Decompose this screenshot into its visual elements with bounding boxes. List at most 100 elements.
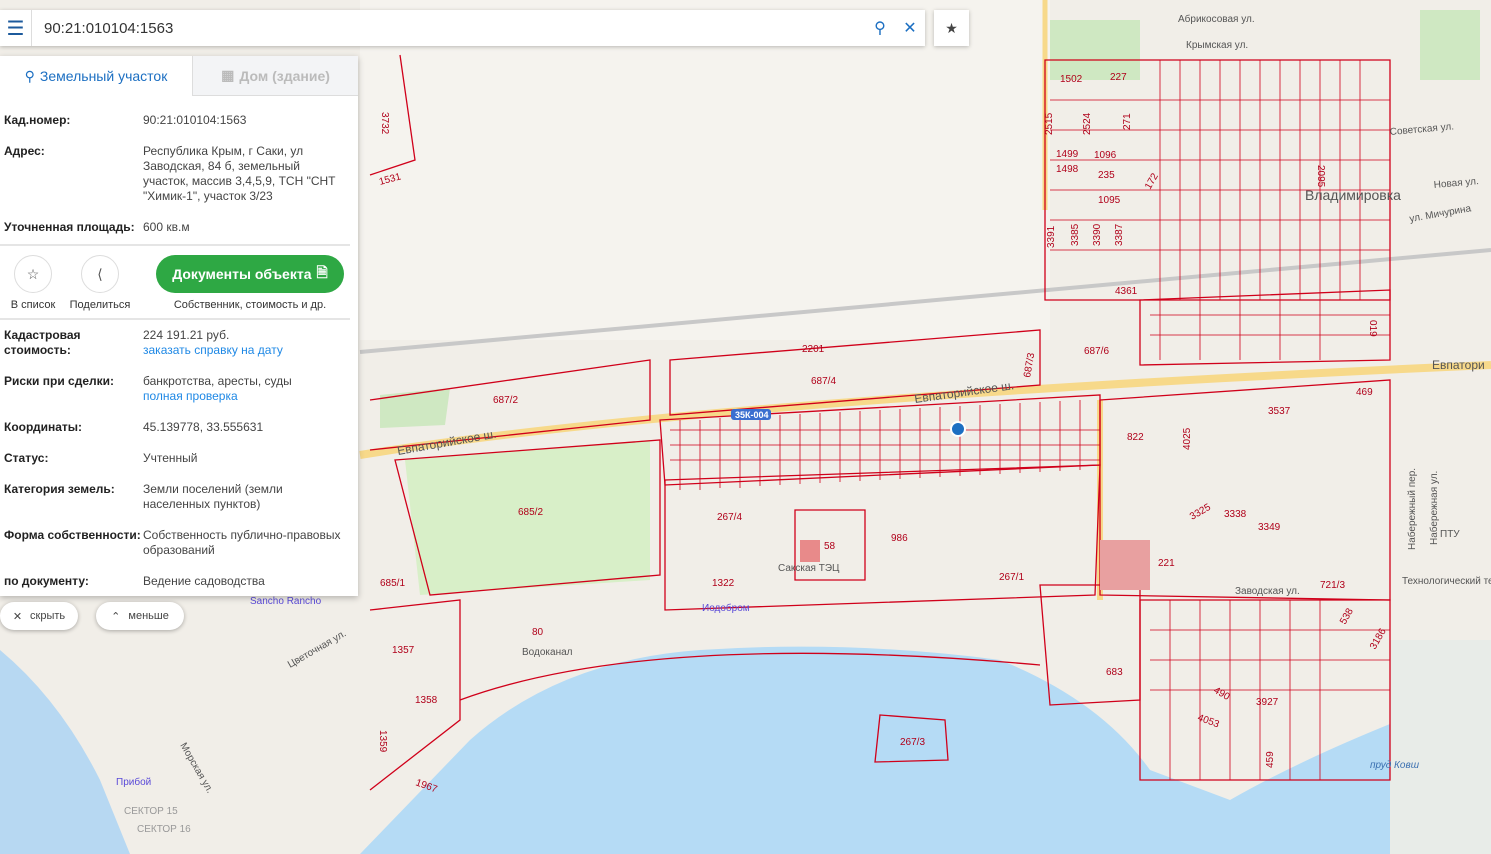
parcel-label: 267/3 [900, 737, 925, 748]
document-icon: 🗎 [316, 264, 328, 280]
field-label: Адрес: [4, 144, 45, 158]
place-label: СЕКТОР 16 [137, 824, 191, 835]
order-certificate-link[interactable]: заказать справку на дату [143, 343, 283, 357]
star-icon: ★ [945, 19, 958, 36]
share-icon: ⟨ [81, 255, 119, 293]
parcel-label: 3537 [1268, 406, 1291, 417]
share-label: Поделиться [69, 299, 131, 311]
parcel-label: 822 [1127, 432, 1144, 443]
info-panel: ⚲ Земельный участок ▦ Дом (здание) Кад.ном… [0, 56, 358, 596]
street-label: Набережная ул. [1428, 471, 1440, 545]
parcel-label: 1359 [377, 730, 388, 753]
cad-number-link[interactable]: 90:21:010104:1563 [143, 113, 343, 128]
place-label: Технологический техникум [1402, 576, 1491, 587]
parcel-label: 80 [532, 627, 544, 638]
parcel-label: 2524 [1082, 112, 1093, 135]
place-label: ПТУ [1440, 529, 1460, 540]
object-documents-button[interactable]: Документы объекта 🗎 [156, 255, 344, 293]
docs-label: Документы объекта [172, 266, 312, 282]
parcel-label: 459 [1265, 751, 1276, 768]
field-label: Форма собственности: [4, 528, 141, 542]
hide-label: скрыть [30, 610, 66, 622]
close-icon: ✕ [12, 610, 23, 623]
search-icon[interactable]: ⚲ [865, 18, 895, 38]
area-value: 600 кв.м [143, 220, 190, 234]
place-label: СЕКТОР 15 [124, 806, 178, 817]
cost-value: 224 191.21 руб. [143, 328, 230, 342]
row-area: Уточненная площадь: 600 кв.м [0, 220, 358, 235]
location-icon: ⚲ [24, 67, 35, 84]
parcel-label: 687/4 [811, 376, 836, 387]
row-status: Статус: Учтенный [0, 451, 358, 466]
building-icon: ▦ [221, 67, 235, 83]
parcel-label: 2515 [1044, 112, 1055, 135]
coords-value: 45.139778, 33.555631 [143, 420, 264, 434]
row-cad-number: Кад.номер: 90:21:010104:1563 [0, 113, 358, 128]
hide-panel-button[interactable]: ✕ скрыть [0, 602, 78, 630]
parcel-label: 3349 [1258, 522, 1281, 533]
row-ownership: Форма собственности: Собственность публич… [0, 528, 358, 558]
parcel-label: 3390 [1092, 223, 1103, 246]
add-to-list-label: В список [10, 299, 56, 311]
add-to-list-button[interactable]: ☆ В список [0, 255, 66, 311]
tab-building[interactable]: ▦ Дом (здание) [192, 56, 358, 96]
place-label: Прибой [116, 776, 151, 788]
street-label: Евпатори [1432, 358, 1485, 372]
parcel-label: 1096 [1094, 150, 1117, 161]
tab-label: Земельный участок [39, 68, 168, 84]
tab-land-plot[interactable]: ⚲ Земельный участок [0, 56, 192, 96]
parcel-label: 221 [1158, 558, 1175, 569]
field-label: Кад.номер: [4, 113, 71, 127]
ownership-value: Собственность публично-правовых образова… [143, 528, 341, 557]
parcel-label: 3391 [1046, 225, 1057, 248]
parcel-label: 267/1 [999, 572, 1024, 583]
place-label: Иодобром [702, 602, 750, 614]
full-check-link[interactable]: полная проверка [143, 389, 238, 403]
parcel-label: 3732 [379, 112, 390, 135]
star-outline-icon: ☆ [14, 255, 52, 293]
parcel-label: 4025 [1182, 427, 1193, 450]
street-label: Крымская ул. [1186, 40, 1248, 51]
parcel-label: 3387 [1114, 223, 1125, 246]
parcel-label: 019 [1367, 320, 1378, 337]
share-button[interactable]: ⟨ Поделиться [66, 255, 134, 311]
row-document: по документу: Ведение садоводства [0, 574, 358, 589]
parcel-label: 1357 [392, 645, 415, 656]
docs-subtitle: Собственник, стоимость и др. [173, 299, 327, 311]
parcel-label: 1322 [712, 578, 735, 589]
parcel-label: 469 [1356, 387, 1373, 398]
field-label: по документу: [4, 574, 89, 588]
menu-icon[interactable]: ☰ [0, 10, 32, 46]
parcel-label: 2095 [1315, 165, 1326, 188]
search-input[interactable] [32, 19, 865, 37]
place-label: Sancho Rancho [250, 596, 322, 607]
less-label: меньше [128, 610, 169, 622]
collapse-button[interactable]: ⌃ меньше [96, 602, 184, 630]
parcel-label: 685/2 [518, 507, 543, 518]
place-label: пруд Ковш [1370, 760, 1420, 771]
favorites-button[interactable]: ★ [934, 10, 969, 46]
clear-icon[interactable]: ✕ [895, 18, 925, 38]
row-cost: Кадастровая стоимость: 224 191.21 руб. зак… [0, 328, 358, 358]
row-coords: Координаты: 45.139778, 33.555631 [0, 420, 358, 435]
parcel-label: 4361 [1115, 286, 1138, 297]
field-label: Статус: [4, 451, 49, 465]
address-value: Республика Крым, г Саки, ул Заводская, 8… [143, 144, 336, 203]
parcel-label: 986 [891, 533, 908, 544]
document-use-value: Ведение садоводства [143, 574, 265, 588]
place-label: Владимировка [1305, 187, 1401, 203]
parcel-label: 721/3 [1320, 580, 1345, 591]
street-label: Набережный пер. [1406, 468, 1418, 550]
parcel-label: 1358 [415, 695, 438, 706]
parcel-label: 685/1 [380, 578, 405, 589]
status-value: Учтенный [143, 451, 198, 465]
parcel-label: 1499 [1056, 149, 1079, 160]
parcel-label: 271 [1122, 113, 1133, 130]
place-label: Водоканал [522, 647, 573, 658]
parcel-label: 1095 [1098, 195, 1121, 206]
parcel-label: 227 [1110, 72, 1127, 83]
row-category: Категория земель: Земли поселений (земли … [0, 482, 358, 512]
category-value: Земли поселений (земли населенных пункто… [143, 482, 283, 511]
street-label: Абрикосовая ул. [1178, 13, 1255, 25]
parcel-label: 1502 [1060, 74, 1083, 85]
